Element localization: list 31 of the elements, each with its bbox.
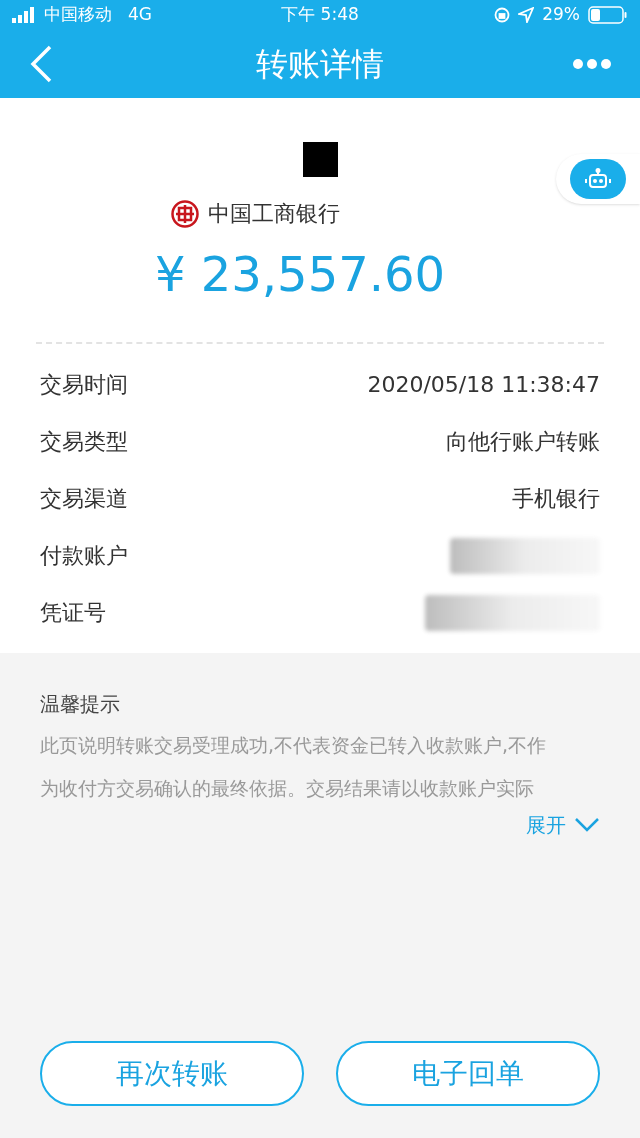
action-button[interactable]: 电子回单 xyxy=(336,1041,600,1106)
page-title: 转账详情 xyxy=(255,44,385,85)
detail-label: 交易时间 xyxy=(40,371,128,399)
action-button[interactable]: 再次转账 xyxy=(40,1041,304,1106)
detail-value: 向他行账户转账 xyxy=(446,428,600,456)
network-label: 4G xyxy=(128,3,152,27)
transfer-amount: ¥ 23,557.60 xyxy=(154,245,446,304)
bank-logo-icon xyxy=(170,198,200,229)
more-dots-icon xyxy=(572,58,612,70)
bank-name: 中国工商银行 xyxy=(208,200,340,228)
expand-button[interactable]: 展开 xyxy=(526,810,600,840)
battery-percent: 29% xyxy=(542,3,580,27)
location-arrow-icon xyxy=(518,7,535,23)
detail-label: 交易类型 xyxy=(40,428,128,456)
tips-title: 温馨提示 xyxy=(40,691,121,718)
rotation-lock-icon xyxy=(494,7,511,23)
detail-label: 付款账户 xyxy=(40,542,128,570)
robot-icon xyxy=(570,159,626,199)
carrier-label: 中国移动 xyxy=(44,3,112,27)
tips-text: 此页说明转账交易受理成功,不代表资金已转入收款账户,不作 xyxy=(40,733,548,758)
battery-icon xyxy=(588,6,628,24)
redacted-name xyxy=(302,142,338,177)
tips-text: 为收付方交易确认的最终依据。交易结果请以收款账户实际 xyxy=(40,775,535,801)
detail-label: 交易渠道 xyxy=(40,485,128,513)
signal-icon xyxy=(12,7,36,23)
assistant-button[interactable] xyxy=(556,154,640,204)
chevron-down-icon xyxy=(574,817,600,833)
detail-label: 凭证号 xyxy=(40,599,106,627)
detail-value: 2020/05/18 11:38:47 xyxy=(367,371,600,399)
detail-value: 手机银行 xyxy=(512,485,600,513)
clock-time: 下午 5:48 xyxy=(280,3,360,27)
